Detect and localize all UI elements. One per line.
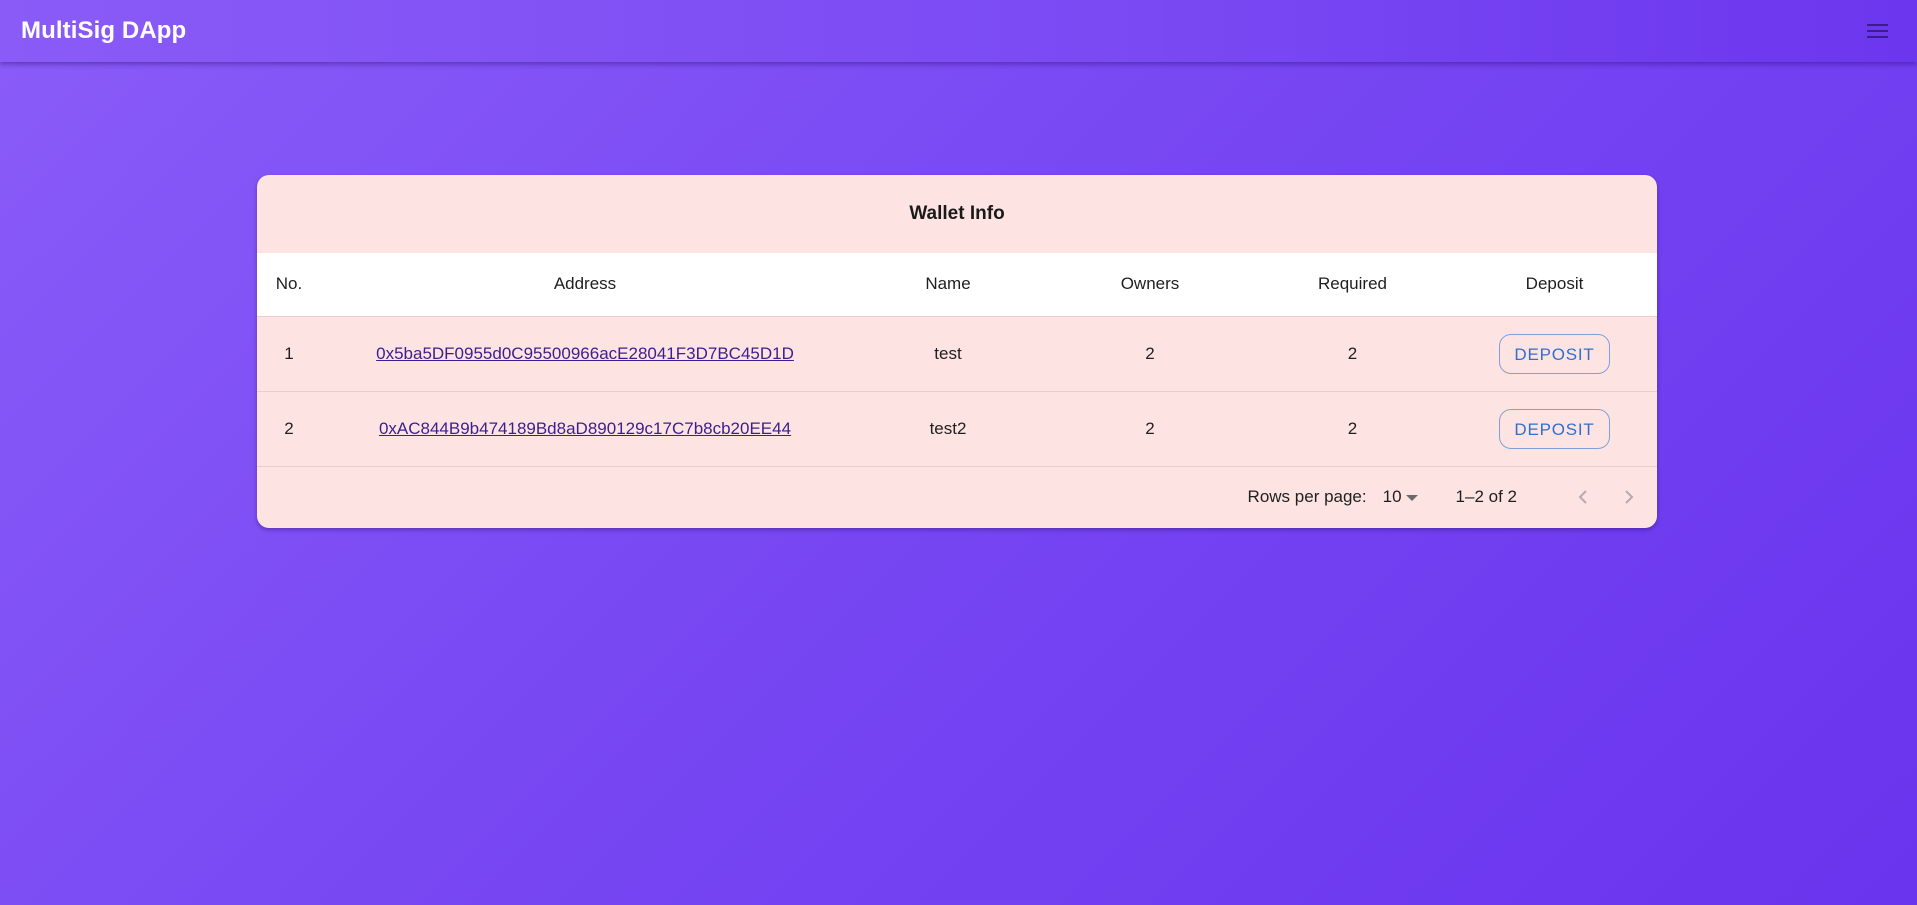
cell-owners: 2 <box>1047 391 1253 467</box>
chevron-left-icon <box>1578 489 1587 504</box>
column-header-name: Name <box>849 253 1047 317</box>
cell-no: 2 <box>257 391 321 467</box>
table-header-row: No. Address Name Owners Required Deposit <box>257 253 1657 317</box>
app-bar: MultiSig DApp <box>0 0 1917 62</box>
column-header-no: No. <box>257 253 321 317</box>
rows-per-page-label: Rows per page: <box>1247 486 1367 506</box>
chevron-right-icon <box>1625 489 1634 504</box>
column-header-address: Address <box>321 253 849 317</box>
caret-down-icon <box>1405 494 1418 501</box>
pagination-range: 1–2 of 2 <box>1455 486 1517 506</box>
previous-page-button[interactable] <box>1569 483 1597 511</box>
cell-address: 0x5ba5DF0955d0C95500966acE28041F3D7BC45D… <box>321 316 849 392</box>
cell-required: 2 <box>1253 316 1452 392</box>
column-header-deposit: Deposit <box>1452 253 1657 317</box>
cell-name: test <box>849 316 1047 392</box>
wallet-address-link[interactable]: 0x5ba5DF0955d0C95500966acE28041F3D7BC45D… <box>376 344 794 363</box>
deposit-button[interactable]: DEPOSIT <box>1499 408 1610 449</box>
card-title: Wallet Info <box>909 203 1005 224</box>
rows-per-page-select[interactable]: 10 <box>1383 487 1418 507</box>
deposit-button[interactable]: DEPOSIT <box>1499 333 1610 374</box>
cell-no: 1 <box>257 316 321 392</box>
table-row: 1 0x5ba5DF0955d0C95500966acE28041F3D7BC4… <box>257 316 1657 392</box>
cell-deposit: DEPOSIT <box>1452 391 1657 467</box>
hamburger-menu-icon <box>1867 24 1888 38</box>
cell-deposit: DEPOSIT <box>1452 316 1657 392</box>
column-header-owners: Owners <box>1047 253 1253 317</box>
cell-name: test2 <box>849 391 1047 467</box>
next-page-button[interactable] <box>1615 483 1643 511</box>
app-title: MultiSig DApp <box>21 17 187 44</box>
menu-button[interactable] <box>1857 11 1897 51</box>
table-pagination: Rows per page: 10 1–2 of 2 <box>257 467 1657 527</box>
wallet-address-link[interactable]: 0xAC844B9b474189Bd8aD890129c17C7b8cb20EE… <box>379 419 791 438</box>
cell-address: 0xAC844B9b474189Bd8aD890129c17C7b8cb20EE… <box>321 391 849 467</box>
wallet-table: No. Address Name Owners Required Deposit… <box>257 253 1657 467</box>
cell-owners: 2 <box>1047 316 1253 392</box>
column-header-required: Required <box>1253 253 1452 317</box>
rows-per-page-value: 10 <box>1382 486 1402 506</box>
table-row: 2 0xAC844B9b474189Bd8aD890129c17C7b8cb20… <box>257 391 1657 467</box>
cell-required: 2 <box>1253 391 1452 467</box>
wallet-info-card: Wallet Info No. Address Name Owners Requ… <box>257 175 1657 528</box>
